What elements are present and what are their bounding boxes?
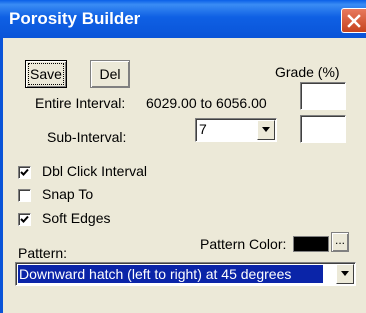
save-button-label: Save: [30, 66, 62, 82]
soft-edges-label[interactable]: Soft Edges: [42, 210, 111, 226]
pattern-dropdown[interactable]: Downward hatch (left to right) at 45 deg…: [15, 262, 356, 286]
close-icon: [347, 14, 361, 28]
close-button[interactable]: [341, 8, 366, 33]
chevron-down-icon: [262, 127, 270, 132]
entire-interval-label: Entire Interval:: [35, 95, 126, 111]
pattern-color-swatch-fill: [294, 237, 328, 251]
dbl-click-interval-label[interactable]: Dbl Click Interval: [42, 163, 147, 179]
del-button-label: Del: [99, 66, 121, 82]
snap-to-checkbox[interactable]: [18, 189, 31, 202]
pattern-color-picker-button[interactable]: ...: [331, 232, 349, 252]
pattern-color-swatch[interactable]: [293, 236, 329, 252]
pattern-color-label: Pattern Color:: [200, 236, 287, 252]
sub-interval-grade-input[interactable]: [300, 115, 346, 143]
grade-input[interactable]: [300, 82, 346, 110]
grade-label: Grade (%): [275, 64, 340, 80]
pattern-label: Pattern:: [18, 245, 68, 261]
window-frame: [0, 38, 3, 313]
check-icon: [20, 168, 29, 176]
title-bar: Porosity Builder: [0, 0, 366, 38]
chevron-down-icon: [341, 271, 349, 276]
del-button[interactable]: Del: [90, 60, 130, 88]
pattern-dropdown-arrow[interactable]: [336, 264, 354, 284]
save-button[interactable]: Save: [25, 60, 67, 88]
window-title: Porosity Builder: [9, 9, 141, 28]
sub-interval-selected: 7: [199, 121, 207, 137]
sub-interval-label: Sub-Interval:: [47, 129, 127, 145]
check-icon: [20, 215, 29, 223]
soft-edges-checkbox[interactable]: [18, 213, 31, 226]
sub-interval-dropdown[interactable]: 7: [195, 118, 277, 142]
sub-interval-dropdown-arrow[interactable]: [257, 120, 275, 140]
entire-interval-value: 6029.00 to 6056.00: [146, 95, 267, 111]
pattern-selected: Downward hatch (left to right) at 45 deg…: [19, 266, 292, 282]
dbl-click-interval-checkbox[interactable]: [18, 166, 31, 179]
pattern-color-picker-label: ...: [334, 233, 345, 247]
snap-to-label[interactable]: Snap To: [42, 186, 93, 202]
pattern-selected-highlight: Downward hatch (left to right) at 45 deg…: [18, 265, 323, 283]
